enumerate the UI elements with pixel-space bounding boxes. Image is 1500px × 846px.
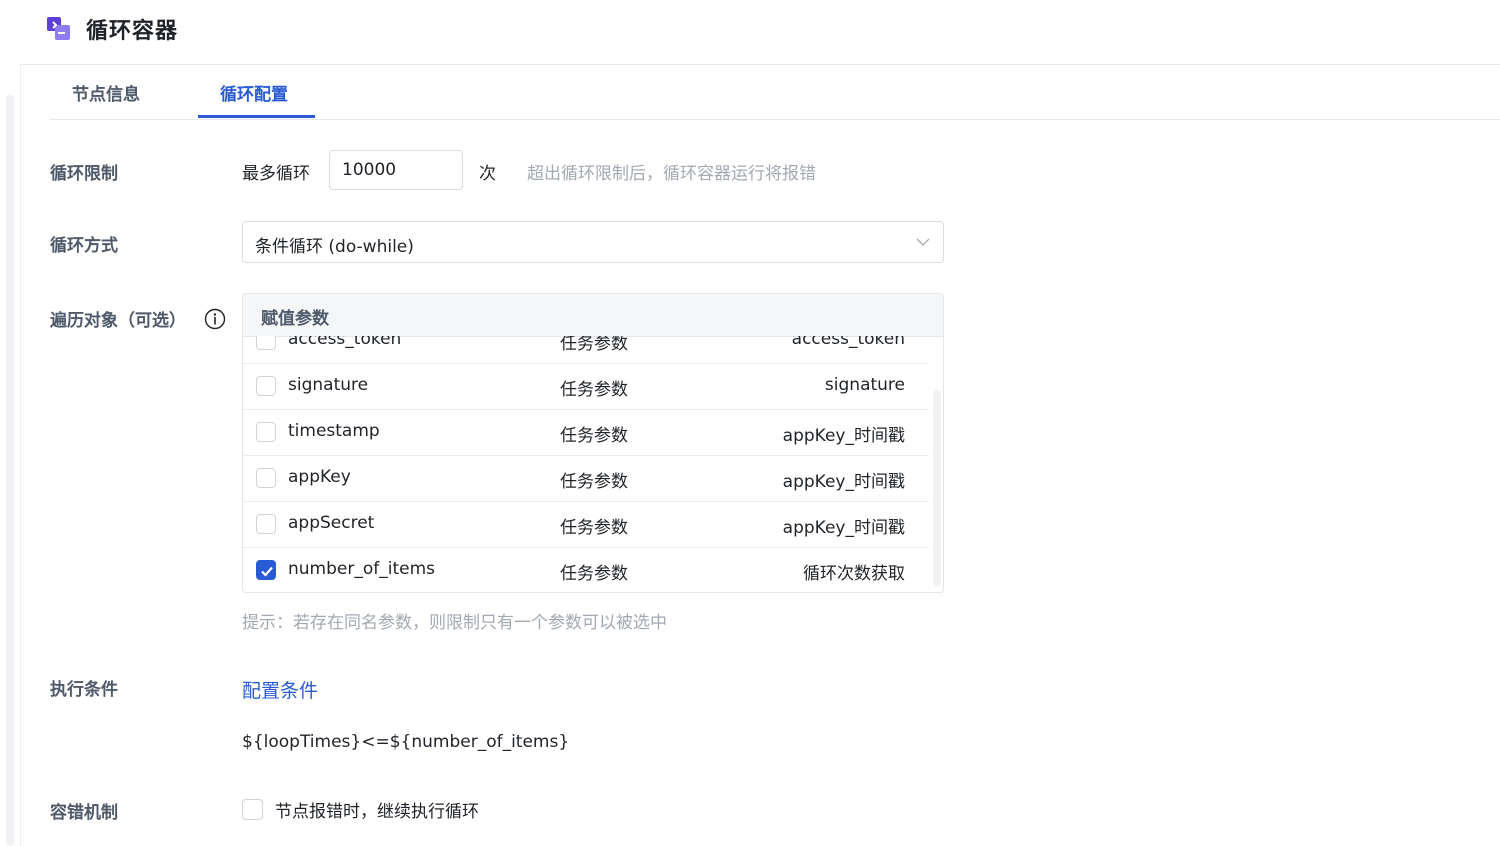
iterate-label: 遍历对象（可选） xyxy=(50,311,186,331)
param-table: 赋值参数 access_token 任务参数 access_token sign… xyxy=(242,293,944,593)
tab-node-info[interactable]: 节点信息 xyxy=(72,80,140,105)
fault-label: 容错机制 xyxy=(50,803,118,823)
loop-limit-input[interactable]: 10000 xyxy=(329,150,463,190)
row-checkbox[interactable] xyxy=(256,422,276,442)
row-checkbox[interactable] xyxy=(256,376,276,396)
table-row[interactable]: number_of_items 任务参数 循环次数获取 xyxy=(243,547,929,592)
table-row[interactable]: appKey 任务参数 appKey_时间戳 xyxy=(243,455,929,502)
row-checkbox[interactable] xyxy=(256,336,276,350)
column-header: 赋值参数 xyxy=(261,309,329,329)
param-desc: access_token xyxy=(791,336,905,349)
fault-checkbox[interactable] xyxy=(242,799,263,820)
param-type: 任务参数 xyxy=(560,380,628,400)
row-checkbox-checked[interactable] xyxy=(256,560,276,580)
chevron-down-icon xyxy=(916,238,930,246)
loop-mode-value: 条件循环 (do-while) xyxy=(255,237,414,257)
table-row[interactable]: signature 任务参数 signature xyxy=(243,363,929,410)
param-name: signature xyxy=(288,375,369,395)
tab-bar: 节点信息 循环配置 xyxy=(50,65,1500,120)
table-header: 赋值参数 xyxy=(243,294,943,337)
table-row[interactable]: access_token 任务参数 access_token xyxy=(243,336,929,364)
param-name: appKey xyxy=(288,467,351,487)
loop-mode-label: 循环方式 xyxy=(50,236,118,256)
param-type: 任务参数 xyxy=(560,426,628,446)
param-name: appSecret xyxy=(288,513,375,533)
table-row[interactable]: appSecret 任务参数 appKey_时间戳 xyxy=(243,501,929,548)
param-type: 任务参数 xyxy=(560,564,628,584)
fault-option-label[interactable]: 节点报错时，继续执行循环 xyxy=(275,797,479,822)
param-type: 任务参数 xyxy=(560,518,628,538)
iterate-hint: 提示：若存在同名参数，则限制只有一个参数可以被选中 xyxy=(242,613,667,633)
param-type: 任务参数 xyxy=(560,336,628,354)
left-scrollbar[interactable] xyxy=(6,95,14,846)
param-desc: appKey_时间戳 xyxy=(782,472,905,492)
condition-expression: ${loopTimes}<=${number_of_items} xyxy=(242,732,570,752)
param-name: access_token xyxy=(288,336,402,349)
panel-header: 循环容器 xyxy=(20,0,1500,65)
configure-condition-link[interactable]: 配置条件 xyxy=(242,676,318,703)
param-desc: appKey_时间戳 xyxy=(782,518,905,538)
table-scrollbar[interactable] xyxy=(933,390,941,586)
check-icon xyxy=(261,566,273,577)
loop-limit-hint: 超出循环限制后，循环容器运行将报错 xyxy=(527,164,816,184)
loop-container-icon xyxy=(47,17,70,40)
row-checkbox[interactable] xyxy=(256,468,276,488)
table-body: access_token 任务参数 access_token signature… xyxy=(243,336,929,592)
table-row[interactable]: timestamp 任务参数 appKey_时间戳 xyxy=(243,409,929,456)
param-desc: appKey_时间戳 xyxy=(782,426,905,446)
loop-limit-prefix: 最多循环 xyxy=(242,164,310,184)
loop-mode-select[interactable]: 条件循环 (do-while) xyxy=(242,221,944,263)
row-checkbox[interactable] xyxy=(256,514,276,534)
loop-limit-label: 循环限制 xyxy=(50,164,118,184)
param-desc: 循环次数获取 xyxy=(803,564,905,584)
param-name: number_of_items xyxy=(288,559,435,579)
param-type: 任务参数 xyxy=(560,472,628,492)
page-title: 循环容器 xyxy=(86,19,179,44)
condition-label: 执行条件 xyxy=(50,680,118,700)
param-name: timestamp xyxy=(288,421,380,441)
param-desc: signature xyxy=(824,375,905,395)
loop-limit-unit: 次 xyxy=(479,164,496,184)
tab-loop-config[interactable]: 循环配置 xyxy=(220,80,288,105)
active-tab-indicator xyxy=(198,115,315,118)
info-icon[interactable] xyxy=(204,308,226,330)
